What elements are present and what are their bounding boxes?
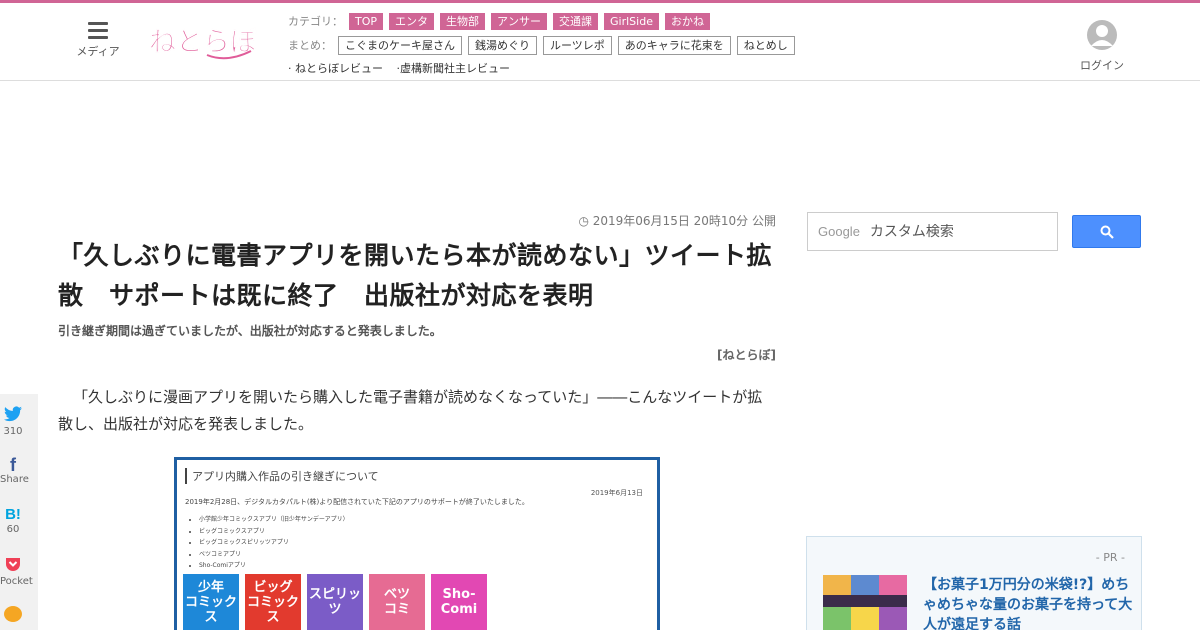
category-tag-okane[interactable]: おかね xyxy=(664,12,710,30)
login-label: ログイン xyxy=(1080,59,1124,72)
review-links: · ねとらぼレビュー ·虚構新聞社主レビュー xyxy=(288,60,520,76)
login-button[interactable]: ログイン xyxy=(1078,19,1126,73)
logo-text: ねとらぼ xyxy=(149,27,258,58)
category-tag-top[interactable]: TOP xyxy=(349,12,384,30)
app-icon-row: 少年 コミックス ビッグ コミックス スピリッツ ベツ コミ Sho- Comi xyxy=(183,574,493,630)
pr-box: - PR - 【お菓子1万円分の米袋!?】めちゃめちゃな量のお菓子を持って大人が… xyxy=(806,536,1142,630)
shonen-comics-app-icon: 少年 コミックス xyxy=(183,574,239,630)
list-item: ビッグコミックスピリッツアプリ xyxy=(199,537,349,549)
publish-date-text: 2019年06月15日 20時10分 公開 xyxy=(592,214,776,228)
pocket-label: Pocket xyxy=(0,576,33,587)
category-tag-seibutsubu[interactable]: 生物部 xyxy=(440,12,486,30)
matome-label: まとめ： xyxy=(288,39,332,52)
facebook-share-button[interactable]: f Share xyxy=(0,455,29,485)
facebook-icon: f xyxy=(10,455,16,475)
matome-row: まとめ： こぐまのケーキ屋さん 銭湯めぐり ルーツレポ あのキャラに花束を ねと… xyxy=(288,35,801,55)
list-item: 小学館少年コミックスアプリ（旧少年サンデーアプリ） xyxy=(199,514,349,526)
matome-tag-hanataba[interactable]: あのキャラに花束を xyxy=(617,35,731,55)
twitter-icon xyxy=(4,406,22,422)
list-item: ベツコミアプリ xyxy=(199,549,349,561)
share-bar: 310 f Share B! 60 Pocket xyxy=(0,394,38,630)
media-menu-label: メディア xyxy=(76,45,120,58)
clock-icon: ◷ xyxy=(578,214,589,228)
list-item: ビッグコミックスアプリ xyxy=(199,526,349,538)
matome-tag-roots[interactable]: ルーツレポ xyxy=(543,35,612,55)
shocomi-app-icon: Sho- Comi xyxy=(431,574,487,630)
spirits-app-icon: スピリッツ xyxy=(307,574,363,630)
category-tag-answer[interactable]: アンサー xyxy=(491,12,548,30)
netorabo-logo[interactable]: ねとらぼ xyxy=(147,15,259,65)
article-image[interactable]: アプリ内購入作品の引き継ぎについて 2019年6月13日 2019年2月28日、… xyxy=(174,457,660,630)
hatena-count: 60 xyxy=(6,524,20,535)
matome-tag-netomeshi[interactable]: ねとめし xyxy=(736,35,795,55)
search-input[interactable] xyxy=(869,223,1040,240)
big-comics-app-icon: ビッグ コミックス xyxy=(245,574,301,630)
figure-title: アプリ内購入作品の引き継ぎについて xyxy=(185,468,379,484)
betsucomi-app-icon: ベツ コミ xyxy=(369,574,425,630)
publish-date: ◷ 2019年06月15日 20時10分 公開 xyxy=(500,212,776,229)
figure-date: 2019年6月13日 xyxy=(590,489,643,497)
matome-tag-koguma[interactable]: こぐまのケーキ屋さん xyxy=(338,35,462,55)
pr-thumbnail[interactable] xyxy=(823,575,907,630)
figure-notice: 2019年2月28日、デジタルカタパルト(株)より配信されていた下記のアプリのサ… xyxy=(185,498,529,506)
search-icon xyxy=(1100,225,1114,239)
article-subtitle: 引き継ぎ期間は過ぎていましたが、出版社が対応すると発表しました。 xyxy=(58,324,442,338)
search-box: Google xyxy=(807,212,1058,251)
figure-app-list: 小学館少年コミックスアプリ（旧少年サンデーアプリ） ビッグコミックスアプリ ビッ… xyxy=(191,514,349,572)
google-label: Google xyxy=(818,224,860,239)
hamburger-icon xyxy=(88,22,108,39)
pr-headline-link[interactable]: 【お菓子1万円分の米袋!?】めちゃめちゃな量のお菓子を持って大人が遠足する話 xyxy=(923,575,1133,630)
matome-tag-sento[interactable]: 銭湯めぐり xyxy=(468,35,537,55)
pocket-icon xyxy=(6,558,20,571)
review-link-kyoko[interactable]: ·虚構新聞社主レビュー xyxy=(397,62,511,75)
category-tag-enta[interactable]: エンタ xyxy=(389,12,435,30)
pr-label: - PR - xyxy=(1095,551,1125,564)
line-share-button[interactable] xyxy=(0,606,26,626)
review-link-netorabo[interactable]: · ねとらぼレビュー xyxy=(288,62,383,75)
list-item: Sho-Comiアプリ xyxy=(199,560,349,572)
article-source: [ねとらぼ] xyxy=(717,348,776,362)
category-tag-koutsuka[interactable]: 交通課 xyxy=(553,12,599,30)
search-button[interactable] xyxy=(1072,215,1141,248)
user-avatar-icon xyxy=(1087,20,1117,50)
hatena-bookmark-button[interactable]: B! 60 xyxy=(0,506,26,535)
chat-bubble-icon xyxy=(4,606,22,622)
media-menu-button[interactable]: メディア xyxy=(72,22,124,59)
twitter-share-button[interactable]: 310 xyxy=(0,406,26,437)
site-header: メディア ねとらぼ カテゴリ： TOP エンタ 生物部 アンサー 交通課 Gir… xyxy=(0,0,1200,81)
article-title: 「久しぶりに電書アプリを開いたら本が読めない」ツイート拡散 サポートは既に終了 … xyxy=(58,241,773,310)
pocket-share-button[interactable]: Pocket xyxy=(0,556,33,587)
category-tag-girlside[interactable]: GirlSide xyxy=(604,12,659,30)
hatena-icon: B! xyxy=(5,506,21,523)
category-row: カテゴリ： TOP エンタ 生物部 アンサー 交通課 GirlSide おかね xyxy=(288,11,716,31)
article-body: 「久しぶりに漫画アプリを開いたら購入した電子書籍が読めなくなっていた」――こんな… xyxy=(58,388,763,433)
twitter-count: 310 xyxy=(3,426,23,437)
category-label: カテゴリ： xyxy=(288,15,343,28)
facebook-label: Share xyxy=(0,474,29,485)
